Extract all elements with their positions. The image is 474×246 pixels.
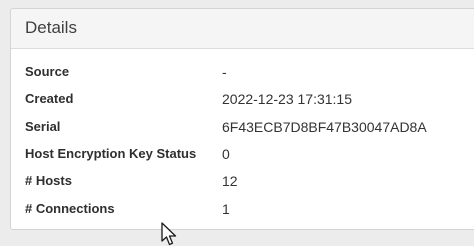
source-value: - (222, 64, 227, 80)
connections-count-label: # Connections (25, 201, 115, 216)
connections-count-value: 1 (222, 201, 230, 217)
host-encryption-key-status-value: 0 (222, 146, 230, 162)
created-label: Created (25, 91, 74, 106)
serial-value: 6F43ECB7D8BF47B30047AD8A (222, 119, 427, 135)
panel-title: Details (25, 18, 77, 37)
hosts-count-value: 12 (222, 173, 238, 189)
host-encryption-key-status-label: Host Encryption Key Status (25, 146, 197, 161)
mouse-pointer-icon (161, 222, 177, 246)
created-value: 2022-12-23 17:31:15 (222, 91, 352, 107)
source-label: Source (25, 64, 70, 79)
details-panel: Details Source - Created 2022-12-23 17:3… (10, 8, 474, 230)
hosts-count-label: # Hosts (25, 173, 72, 188)
panel-header: Details (11, 9, 474, 49)
serial-label: Serial (25, 119, 61, 134)
